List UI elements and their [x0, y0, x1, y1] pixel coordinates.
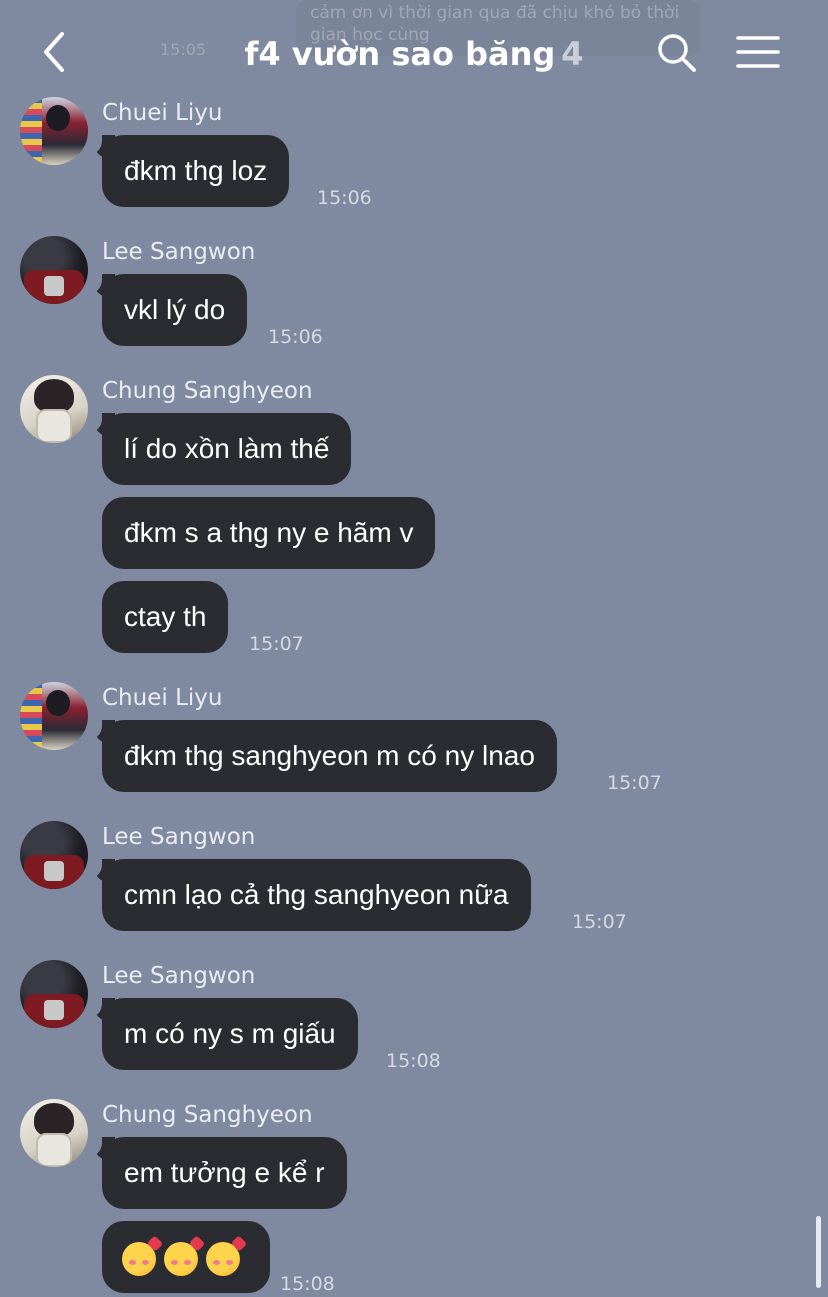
- avatar-lee-sangwon[interactable]: [20, 236, 88, 304]
- message-bubble[interactable]: m có ny s m giấu: [88, 996, 358, 1070]
- message-bubble[interactable]: cmn lạo cả thg sanghyeon nữa: [88, 857, 531, 931]
- sender-name: Chung Sanghyeon: [102, 1102, 313, 1128]
- message-bubble[interactable]: đkm thg sanghyeon m có ny lnao: [88, 718, 557, 792]
- message-time: 15:07: [572, 911, 627, 933]
- emoji-message-bubble[interactable]: [102, 1221, 270, 1293]
- sender-name: Chuei Liyu: [102, 685, 223, 711]
- avatar-chuei-liyu[interactable]: [20, 97, 88, 165]
- avatar-chuei-liyu[interactable]: [20, 682, 88, 750]
- scrollbar[interactable]: [816, 1216, 821, 1288]
- sender-name: Lee Sangwon: [102, 824, 256, 850]
- member-count: 4: [561, 35, 584, 73]
- avatar-chung-sanghyeon[interactable]: [20, 375, 88, 443]
- message-bubble[interactable]: em tưởng e kể r: [88, 1135, 347, 1209]
- chat-title: f4 vườn sao băng 4: [0, 34, 828, 74]
- message-bubble[interactable]: ctay th: [102, 581, 229, 653]
- message-bubble[interactable]: đkm thg loz: [87, 133, 290, 207]
- sender-name: Lee Sangwon: [102, 963, 256, 989]
- message-time: 15:08: [280, 1273, 335, 1295]
- message-time: 15:07: [249, 633, 304, 655]
- group-name: f4 vườn sao băng: [244, 35, 556, 73]
- smiling-face-with-hearts-icon: [206, 1241, 240, 1276]
- avatar-lee-sangwon[interactable]: [20, 821, 88, 889]
- message-time: 15:06: [317, 187, 372, 209]
- message-bubble[interactable]: lí do xồn làm thế: [87, 411, 352, 485]
- message-time: 15:06: [268, 326, 323, 348]
- avatar-lee-sangwon[interactable]: [20, 960, 88, 1028]
- chat-header: cảm ơn vì thời gian qua đã chịu khó bỏ t…: [0, 0, 828, 100]
- search-icon[interactable]: [656, 32, 698, 74]
- sender-name: Lee Sangwon: [102, 239, 256, 265]
- hamburger-menu-icon[interactable]: [736, 34, 780, 70]
- smiling-face-with-hearts-icon: [122, 1241, 156, 1276]
- message-time: 15:07: [607, 772, 662, 794]
- avatar-chung-sanghyeon[interactable]: [20, 1099, 88, 1167]
- smiling-face-with-hearts-icon: [164, 1241, 198, 1276]
- message-time: 15:08: [386, 1050, 441, 1072]
- message-bubble[interactable]: vkl lý do: [87, 272, 248, 346]
- sender-name: Chuei Liyu: [102, 100, 223, 126]
- sender-name: Chung Sanghyeon: [102, 378, 313, 404]
- message-bubble[interactable]: đkm s a thg ny e hãm v: [102, 497, 436, 569]
